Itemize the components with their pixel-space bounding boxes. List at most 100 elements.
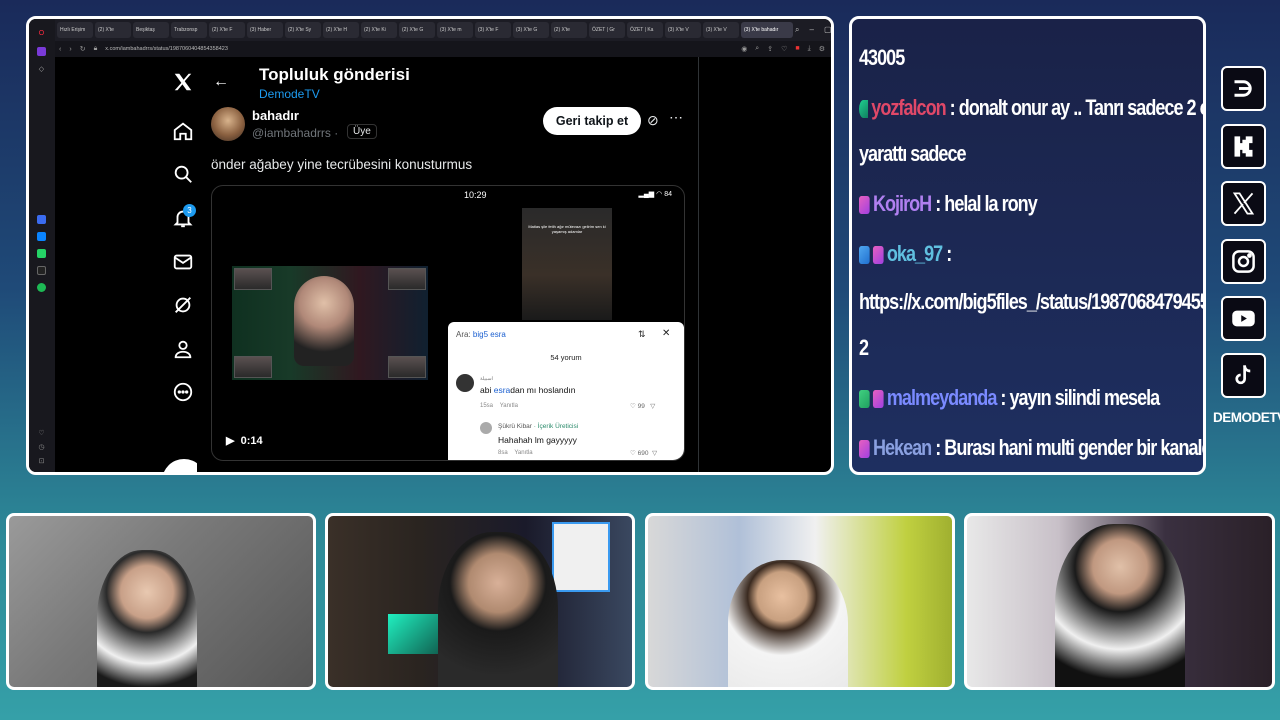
reply-text: Hahahah lm gayyyyy xyxy=(498,435,577,445)
close-icon[interactable]: ✕ xyxy=(662,328,670,339)
bookmark-icon[interactable]: ♡ xyxy=(781,45,787,53)
profile-nav-icon[interactable] xyxy=(171,338,195,362)
history-icon[interactable]: ◷ xyxy=(37,443,46,452)
avatar[interactable] xyxy=(211,107,245,141)
reply-button[interactable]: Yanıtla xyxy=(500,403,518,409)
browser-tab[interactable]: (3) X'te G xyxy=(513,22,549,38)
home-icon[interactable] xyxy=(37,47,46,56)
chat-text: : yayın silindi mesela xyxy=(996,385,1160,410)
comment-text-prefix: abi xyxy=(480,385,494,395)
dislike-icon[interactable]: ▽ xyxy=(652,450,657,457)
sidebar-more-icon[interactable]: ⋯ xyxy=(37,471,46,472)
comment-author[interactable]: اسبيلة xyxy=(480,376,493,382)
whatsapp-icon[interactable] xyxy=(37,249,46,258)
comment-text: abi esradan mı hoslandın xyxy=(480,385,575,395)
camera-icon[interactable]: ◉ xyxy=(741,45,747,53)
browser-tab[interactable]: (3) X'te bahadır xyxy=(741,22,793,38)
reply-avatar[interactable] xyxy=(480,422,492,434)
comment-likes[interactable]: ♡ 99 ▽ xyxy=(630,402,655,410)
browser-tab[interactable]: Trabzonsp xyxy=(171,22,207,38)
tweet-text: önder ağabey yine tecrübesini konusturmu… xyxy=(211,157,473,172)
chat-link[interactable]: https://x.com/big5files_/status/19870684… xyxy=(859,289,1203,314)
aria-icon[interactable] xyxy=(37,215,46,224)
download-icon[interactable]: ⤓ xyxy=(808,45,811,53)
browser-tab[interactable]: (2) X'te H xyxy=(323,22,359,38)
reply-likes[interactable]: ♡ 690 ▽ xyxy=(630,449,657,457)
community-link[interactable]: DemodeTV xyxy=(259,87,320,101)
downloads-icon[interactable]: ⊡ xyxy=(37,457,46,466)
browser-tab[interactable]: (2) X'te Sy xyxy=(285,22,321,38)
search-nav-icon[interactable] xyxy=(171,163,195,187)
chat-username[interactable]: yozfalcon xyxy=(871,95,946,120)
url-field[interactable]: x.com/iambahadrrs/status/198706040485435… xyxy=(105,46,733,52)
follow-back-button[interactable]: Geri takip et xyxy=(543,107,641,135)
minimize-icon[interactable]: – xyxy=(809,25,813,35)
browser-tab[interactable]: Hızlı Erişim xyxy=(57,22,93,38)
chat-badge xyxy=(872,390,884,408)
search-query[interactable]: big5 esra xyxy=(473,330,506,339)
grok-explain-icon[interactable]: ⊘ xyxy=(647,112,659,129)
reply-author[interactable]: Şükrü Kibar · İçerik Üreticisi xyxy=(498,423,578,430)
sort-icon[interactable]: ⇅ xyxy=(638,329,646,340)
extensions-icon[interactable]: ■ xyxy=(795,45,799,53)
chat-username[interactable]: Hekean xyxy=(873,435,932,460)
video-player[interactable]: 10:29 ▂▄▆ ◠ 84 Matias şile fetih ağır mü… xyxy=(211,185,685,461)
x-app-icon[interactable] xyxy=(37,266,46,275)
chat-message: KojiroH : helal la rony xyxy=(859,191,1038,217)
spotify-icon[interactable] xyxy=(37,283,46,292)
heart-icon[interactable]: ♡ xyxy=(37,429,46,438)
reply-reply-button[interactable]: Yanıtla xyxy=(514,450,532,456)
author-handle-text[interactable]: @iambahadrrs xyxy=(252,126,331,140)
reload-icon[interactable]: ↻ xyxy=(80,45,86,53)
webcam-3 xyxy=(645,513,955,690)
spaces-icon[interactable]: ◇ xyxy=(37,65,46,74)
comments-search[interactable]: Ara: big5 esra xyxy=(456,330,506,339)
dislike-icon[interactable]: ▽ xyxy=(650,403,655,410)
chat-username[interactable]: malmeydanda xyxy=(887,385,997,410)
browser-tab[interactable]: ÖZET | Ka xyxy=(627,22,663,38)
maximize-icon[interactable]: ▢ xyxy=(824,25,831,35)
browser-tab[interactable]: (2) X'te Ki xyxy=(361,22,397,38)
streamer-figure xyxy=(1055,524,1185,687)
browser-tab[interactable]: (3) X'te F xyxy=(475,22,511,38)
comment-avatar[interactable] xyxy=(456,374,474,392)
browser-tab[interactable]: (3) X'te m xyxy=(437,22,473,38)
search-tabs-icon[interactable]: ⌕ xyxy=(795,25,799,35)
reply-author-name[interactable]: Şükrü Kibar xyxy=(498,423,532,430)
messenger-icon[interactable] xyxy=(37,232,46,241)
reply-meta: 8sa Yanıtla xyxy=(498,450,533,456)
speaker-figure xyxy=(294,276,354,366)
chat-username[interactable]: oka_97 xyxy=(887,241,943,266)
x-logo-icon[interactable] xyxy=(171,71,195,95)
more-nav-icon[interactable] xyxy=(171,381,195,405)
messages-nav-icon[interactable] xyxy=(171,251,195,275)
browser-tab[interactable]: Beşiktaş xyxy=(133,22,169,38)
home-nav-icon[interactable] xyxy=(171,120,195,144)
play-control[interactable]: ▶ 0:14 xyxy=(226,434,263,447)
browser-tab[interactable]: ÖZET | Gr xyxy=(589,22,625,38)
grok-nav-icon[interactable] xyxy=(171,294,195,318)
tab-controls: ⌕ – ▢ ✕ xyxy=(795,25,831,35)
author-name[interactable]: bahadır xyxy=(252,108,299,123)
menu-icon[interactable]: ⚙ xyxy=(819,45,825,53)
browser-tab[interactable]: (2) X'te xyxy=(95,22,131,38)
back-nav-icon[interactable]: ‹ xyxy=(59,46,61,53)
lock-icon: 🔒︎ xyxy=(93,45,98,52)
share-icon[interactable]: ⇪ xyxy=(767,45,773,53)
browser-tab[interactable]: (3) X'te V xyxy=(703,22,739,38)
chat-username[interactable]: KojiroH xyxy=(873,191,932,216)
browser-tab[interactable]: (3) Haber xyxy=(247,22,283,38)
forward-nav-icon[interactable]: › xyxy=(69,46,71,53)
instagram-icon xyxy=(1221,239,1266,284)
opera-logo-icon[interactable]: O xyxy=(37,29,46,38)
chat-message: Hekean : Burası hani multi gender bir ka… xyxy=(859,435,1203,461)
browser-tab[interactable]: (2) X'te xyxy=(551,22,587,38)
browser-tab[interactable]: (3) X'te V xyxy=(665,22,701,38)
author-handle[interactable]: @iambahadrrs · xyxy=(252,126,338,140)
back-arrow-icon[interactable]: ← xyxy=(213,73,229,91)
browser-tab[interactable]: (2) X'te F xyxy=(209,22,245,38)
chat-message: https://x.com/big5files_/status/19870684… xyxy=(859,289,1203,315)
post-more-icon[interactable]: ⋯ xyxy=(669,109,683,126)
zoom-icon[interactable]: ⌕ xyxy=(755,45,759,53)
browser-tab[interactable]: (2) X'te G xyxy=(399,22,435,38)
